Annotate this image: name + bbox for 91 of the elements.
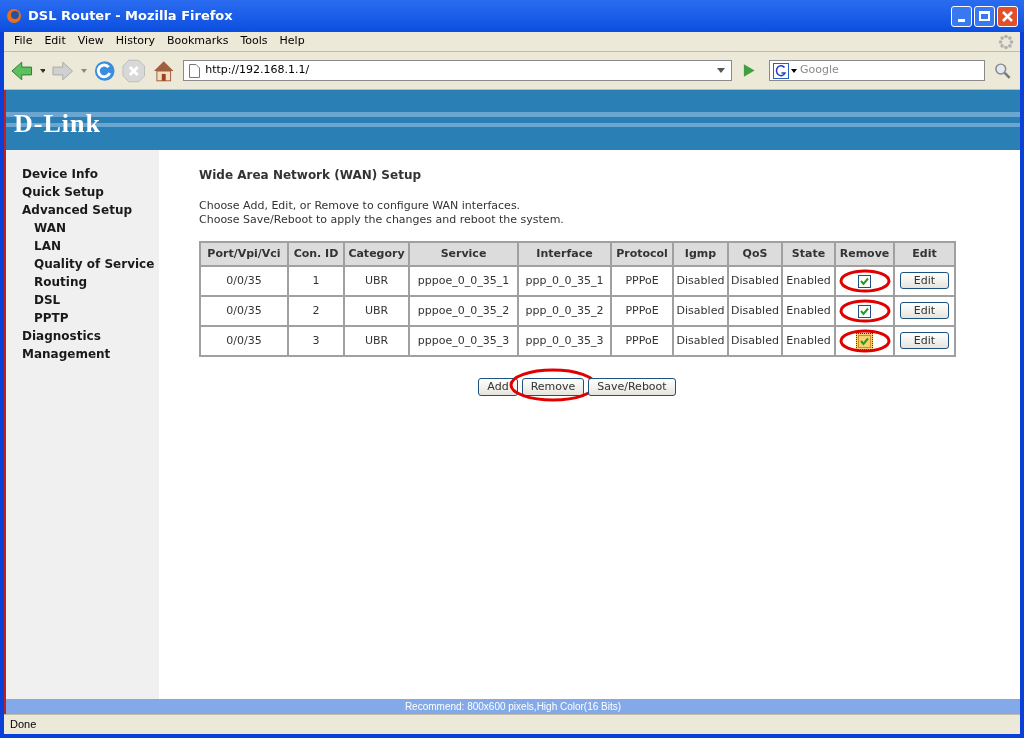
check-icon [860,306,869,316]
home-icon[interactable] [151,58,176,83]
search-engine-icon[interactable] [773,62,798,79]
sidebar-item[interactable]: DSL [22,291,159,309]
table-cell: Disabled [673,296,728,326]
column-header: Con. ID [288,242,344,266]
menu-item[interactable]: Bookmarks [161,33,235,50]
column-header: Igmp [673,242,728,266]
check-icon [860,276,869,286]
browser-logo-icon [6,8,22,24]
instruction-text: Choose Add, Edit, or Remove to configure WAN interfaces. [199,199,522,213]
table-cell: Enabled [782,266,835,296]
menu-item[interactable]: History [109,33,161,50]
action-button[interactable]: Add [478,378,518,396]
dropdown-caret-icon[interactable] [39,68,46,73]
table-cell: Disabled [728,266,782,296]
edit-button[interactable]: Edit [900,332,949,350]
menu-item[interactable]: View [71,33,110,50]
edit-button[interactable]: Edit [900,272,949,290]
search-placeholder: Google [800,62,839,79]
table-cell: 2 [288,296,344,326]
sidebar-item[interactable]: Quality of Service [22,255,159,273]
sidebar-item[interactable]: Advanced Setup [22,201,159,219]
table-cell: 1 [288,266,344,296]
maximize-button[interactable] [974,5,995,27]
status-text: Done [10,717,37,733]
table-cell: UBR [344,296,409,326]
table-cell: ppp_0_0_35_3 [518,326,611,356]
table-cell: Enabled [782,326,835,356]
table-cell: PPPoE [611,266,673,296]
menu-item[interactable]: Help [273,33,311,50]
table-cell: PPPoE [611,296,673,326]
sidebar-item[interactable]: PPTP [22,309,159,327]
table-cell: Disabled [673,326,728,356]
remove-checkbox[interactable] [858,274,871,288]
table-cell: UBR [344,266,409,296]
table-cell: Disabled [728,296,782,326]
page-icon [189,63,201,78]
table-cell: pppoe_0_0_35_2 [409,296,518,326]
menu-item[interactable]: Tools [234,33,274,50]
dropdown-caret-icon[interactable] [716,68,725,73]
column-header: Remove [835,242,894,266]
sidebar-item[interactable]: Diagnostics [22,327,159,345]
close-button[interactable] [997,5,1018,27]
logo: D-Link [14,107,101,140]
table-cell: Enabled [782,296,835,326]
action-button[interactable]: Save/Reboot [588,378,676,396]
minimize-button[interactable] [951,5,972,27]
search-field[interactable]: Google [769,60,985,81]
address-field[interactable]: http://192.168.1.1/ [183,60,732,81]
table-cell: PPPoE [611,326,673,356]
column-header: QoS [728,242,782,266]
column-header: State [782,242,835,266]
column-header: Service [409,242,518,266]
window-title: DSL Router - Mozilla Firefox [28,7,233,26]
column-header: Protocol [611,242,673,266]
page-heading: Wide Area Network (WAN) Setup [199,167,423,184]
edit-button[interactable]: Edit [900,302,949,320]
sidebar-item[interactable]: WAN [22,219,159,237]
table-cell: 3 [288,326,344,356]
throbber-icon [998,33,1014,50]
sidebar-item[interactable]: Routing [22,273,159,291]
table-cell: pppoe_0_0_35_1 [409,266,518,296]
instruction-text: Choose Save/Reboot to apply the changes and reboot the system. [199,213,565,227]
column-header: Category [344,242,409,266]
close-icon [1002,10,1013,22]
sidebar-item[interactable]: Device Info [22,165,159,183]
table-cell: ppp_0_0_35_1 [518,266,611,296]
action-button[interactable]: Remove [521,378,585,396]
footer-bar: Recommend: 800x600 pixels,High Color(16 Bits) [6,699,1020,714]
table-cell: 0/0/35 [200,326,288,356]
menu-item[interactable]: File [8,33,39,50]
table-cell: pppoe_0_0_35_3 [409,326,518,356]
sidebar-item[interactable]: Quick Setup [22,183,159,201]
sidebar-item[interactable]: Management [22,345,159,363]
table-cell: 0/0/35 [200,296,288,326]
back-arrow-icon[interactable] [10,59,34,82]
check-icon [860,336,869,346]
column-header: Port/Vpi/Vci [200,242,288,266]
table-cell: Disabled [728,326,782,356]
remove-checkbox[interactable] [858,304,871,318]
table-cell: UBR [344,326,409,356]
reload-icon[interactable] [92,58,117,83]
sidebar-item[interactable]: LAN [22,237,159,255]
column-header: Interface [518,242,611,266]
table-cell: Disabled [673,266,728,296]
column-header: Edit [894,242,955,266]
menu-item[interactable]: Edit [38,33,72,50]
address-text: http://192.168.1.1/ [205,62,310,79]
table-cell: ppp_0_0_35_2 [518,296,611,326]
table-cell: 0/0/35 [200,266,288,296]
